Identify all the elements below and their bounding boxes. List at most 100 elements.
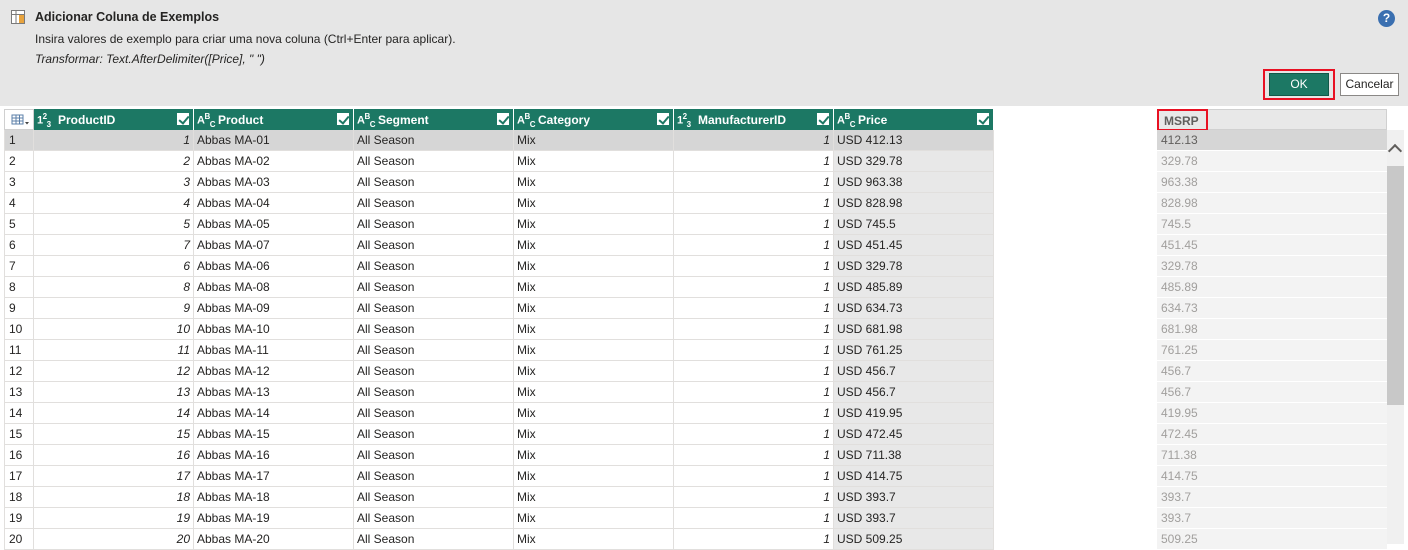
cell-segment[interactable]: All Season: [354, 172, 514, 193]
cell-category[interactable]: Mix: [514, 319, 674, 340]
cell-manufacturerid[interactable]: 1: [674, 214, 834, 235]
cell-segment[interactable]: All Season: [354, 151, 514, 172]
cell-price[interactable]: USD 456.7: [834, 361, 994, 382]
cell-manufacturerid[interactable]: 1: [674, 319, 834, 340]
cell-category[interactable]: Mix: [514, 340, 674, 361]
cell-category[interactable]: Mix: [514, 235, 674, 256]
cell-price[interactable]: USD 828.98: [834, 193, 994, 214]
cell-category[interactable]: Mix: [514, 487, 674, 508]
table-row[interactable]: 10 10 Abbas MA-10 All Season Mix 1 USD 681.98: [4, 319, 994, 340]
cell-category[interactable]: Mix: [514, 445, 674, 466]
cell-productid[interactable]: 18: [34, 487, 194, 508]
cell-product[interactable]: Abbas MA-05: [194, 214, 354, 235]
cell-category[interactable]: Mix: [514, 508, 674, 529]
table-row[interactable]: 20 20 Abbas MA-20 All Season Mix 1 USD 509.25: [4, 529, 994, 550]
cell-segment[interactable]: All Season: [354, 487, 514, 508]
new-column-cell[interactable]: 828.98: [1157, 193, 1387, 214]
new-column-cell[interactable]: 681.98: [1157, 319, 1387, 340]
cell-category[interactable]: Mix: [514, 193, 674, 214]
cell-category[interactable]: Mix: [514, 298, 674, 319]
cell-product[interactable]: Abbas MA-15: [194, 424, 354, 445]
table-row[interactable]: 4 4 Abbas MA-04 All Season Mix 1 USD 828.98: [4, 193, 994, 214]
cell-price[interactable]: USD 761.25: [834, 340, 994, 361]
cell-price[interactable]: USD 711.38: [834, 445, 994, 466]
cell-product[interactable]: Abbas MA-04: [194, 193, 354, 214]
cell-product[interactable]: Abbas MA-19: [194, 508, 354, 529]
cell-segment[interactable]: All Season: [354, 277, 514, 298]
new-column-cell[interactable]: 634.73: [1157, 298, 1387, 319]
cell-product[interactable]: Abbas MA-11: [194, 340, 354, 361]
text-type-icon[interactable]: ABC: [837, 112, 856, 129]
cell-price[interactable]: USD 329.78: [834, 151, 994, 172]
help-icon[interactable]: ?: [1378, 10, 1395, 27]
cell-manufacturerid[interactable]: 1: [674, 151, 834, 172]
cell-manufacturerid[interactable]: 1: [674, 130, 834, 151]
cell-manufacturerid[interactable]: 1: [674, 508, 834, 529]
new-column-cell[interactable]: 393.7: [1157, 487, 1387, 508]
new-column-cell[interactable]: 711.38: [1157, 445, 1387, 466]
column-header-manufacturerid[interactable]: 123 ManufacturerID: [674, 109, 834, 130]
table-row[interactable]: 8 8 Abbas MA-08 All Season Mix 1 USD 485.89: [4, 277, 994, 298]
cell-productid[interactable]: 2: [34, 151, 194, 172]
cell-product[interactable]: Abbas MA-02: [194, 151, 354, 172]
column-header-product[interactable]: ABC Product: [194, 109, 354, 130]
cell-category[interactable]: Mix: [514, 256, 674, 277]
cell-price[interactable]: USD 963.38: [834, 172, 994, 193]
cell-productid[interactable]: 6: [34, 256, 194, 277]
column-checkbox[interactable]: [177, 113, 189, 125]
new-column-cell[interactable]: 456.7: [1157, 361, 1387, 382]
new-column-cell[interactable]: 485.89: [1157, 277, 1387, 298]
cell-manufacturerid[interactable]: 1: [674, 424, 834, 445]
cell-segment[interactable]: All Season: [354, 361, 514, 382]
new-column-cell[interactable]: 456.7: [1157, 382, 1387, 403]
cell-segment[interactable]: All Season: [354, 130, 514, 151]
table-row[interactable]: 16 16 Abbas MA-16 All Season Mix 1 USD 711.38: [4, 445, 994, 466]
cell-product[interactable]: Abbas MA-16: [194, 445, 354, 466]
new-column-cell[interactable]: 509.25: [1157, 529, 1387, 550]
cell-manufacturerid[interactable]: 1: [674, 256, 834, 277]
cell-segment[interactable]: All Season: [354, 193, 514, 214]
table-row[interactable]: 1 1 Abbas MA-01 All Season Mix 1 USD 412.13: [4, 130, 994, 151]
new-column-cell[interactable]: 451.45: [1157, 235, 1387, 256]
cell-productid[interactable]: 5: [34, 214, 194, 235]
new-column-cell[interactable]: 419.95: [1157, 403, 1387, 424]
cell-product[interactable]: Abbas MA-17: [194, 466, 354, 487]
cell-product[interactable]: Abbas MA-08: [194, 277, 354, 298]
cell-product[interactable]: Abbas MA-03: [194, 172, 354, 193]
new-column-cell[interactable]: 329.78: [1157, 151, 1387, 172]
scrollbar-thumb[interactable]: [1387, 166, 1404, 405]
column-checkbox[interactable]: [337, 113, 349, 125]
new-column-cell[interactable]: 761.25: [1157, 340, 1387, 361]
cell-productid[interactable]: 1: [34, 130, 194, 151]
table-row[interactable]: 9 9 Abbas MA-09 All Season Mix 1 USD 634.73: [4, 298, 994, 319]
cell-category[interactable]: Mix: [514, 403, 674, 424]
cell-segment[interactable]: All Season: [354, 382, 514, 403]
cell-price[interactable]: USD 412.13: [834, 130, 994, 151]
cell-price[interactable]: USD 509.25: [834, 529, 994, 550]
cell-manufacturerid[interactable]: 1: [674, 277, 834, 298]
cell-productid[interactable]: 8: [34, 277, 194, 298]
cell-category[interactable]: Mix: [514, 172, 674, 193]
cell-productid[interactable]: 13: [34, 382, 194, 403]
cell-price[interactable]: USD 419.95: [834, 403, 994, 424]
cell-price[interactable]: USD 393.7: [834, 487, 994, 508]
cell-category[interactable]: Mix: [514, 361, 674, 382]
table-row[interactable]: 7 6 Abbas MA-06 All Season Mix 1 USD 329.78: [4, 256, 994, 277]
column-header-segment[interactable]: ABC Segment: [354, 109, 514, 130]
table-row[interactable]: 5 5 Abbas MA-05 All Season Mix 1 USD 745.5: [4, 214, 994, 235]
cell-product[interactable]: Abbas MA-10: [194, 319, 354, 340]
cell-manufacturerid[interactable]: 1: [674, 466, 834, 487]
cell-price[interactable]: USD 485.89: [834, 277, 994, 298]
new-column-cell[interactable]: 414.75: [1157, 466, 1387, 487]
column-header-price[interactable]: ABC Price: [834, 109, 994, 130]
cell-manufacturerid[interactable]: 1: [674, 403, 834, 424]
cell-productid[interactable]: 9: [34, 298, 194, 319]
column-header-productid[interactable]: 123 ProductID: [34, 109, 194, 130]
cell-manufacturerid[interactable]: 1: [674, 529, 834, 550]
cell-productid[interactable]: 14: [34, 403, 194, 424]
cell-price[interactable]: USD 456.7: [834, 382, 994, 403]
new-column-cell[interactable]: 963.38: [1157, 172, 1387, 193]
cell-price[interactable]: USD 681.98: [834, 319, 994, 340]
column-checkbox[interactable]: [817, 113, 829, 125]
cell-product[interactable]: Abbas MA-18: [194, 487, 354, 508]
